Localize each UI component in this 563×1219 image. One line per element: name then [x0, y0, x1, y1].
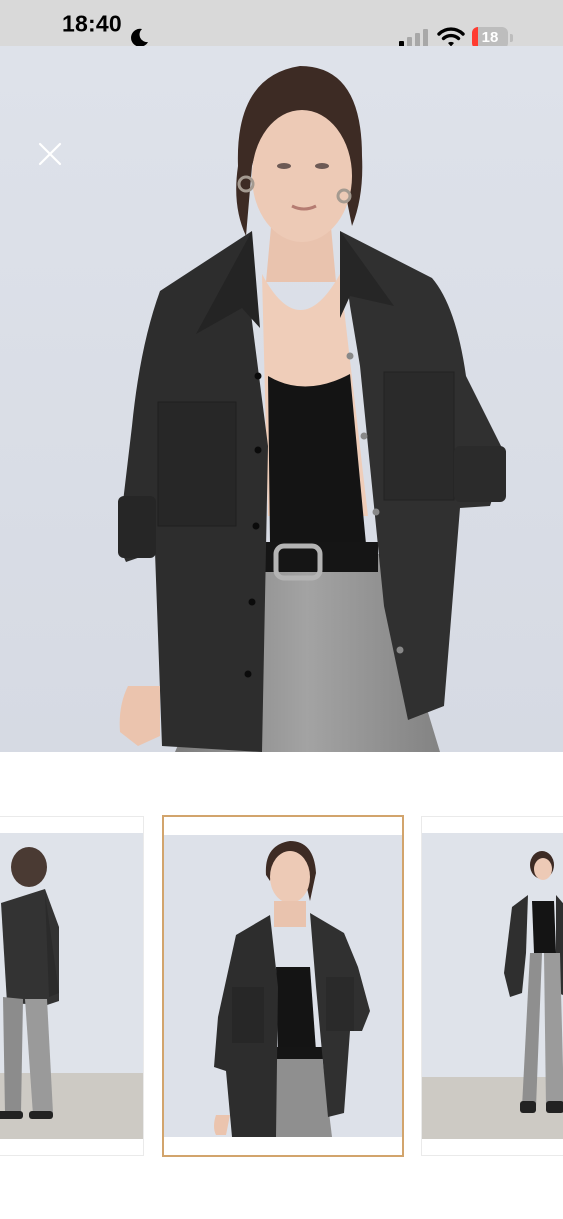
wifi-icon [437, 27, 465, 47]
model-front-photo [0, 46, 563, 752]
thumbnail-full-length-view[interactable] [421, 816, 563, 1156]
model-back-photo [0, 817, 143, 1155]
model-full-length-photo [422, 817, 563, 1155]
thumbnail-strip [0, 815, 563, 1157]
main-product-image[interactable] [0, 46, 563, 752]
model-front-thumb-photo [164, 817, 402, 1155]
battery-tip [510, 34, 513, 42]
thumbnail-front-view-selected[interactable] [162, 815, 404, 1157]
cellular-signal-icon [399, 29, 428, 47]
product-image-viewer: 18:40 18 [0, 0, 563, 1219]
status-bar: 18:40 18 [0, 0, 563, 49]
status-time: 18:40 [62, 10, 122, 37]
close-icon[interactable] [32, 136, 68, 172]
thumbnail-back-view[interactable] [0, 816, 144, 1156]
